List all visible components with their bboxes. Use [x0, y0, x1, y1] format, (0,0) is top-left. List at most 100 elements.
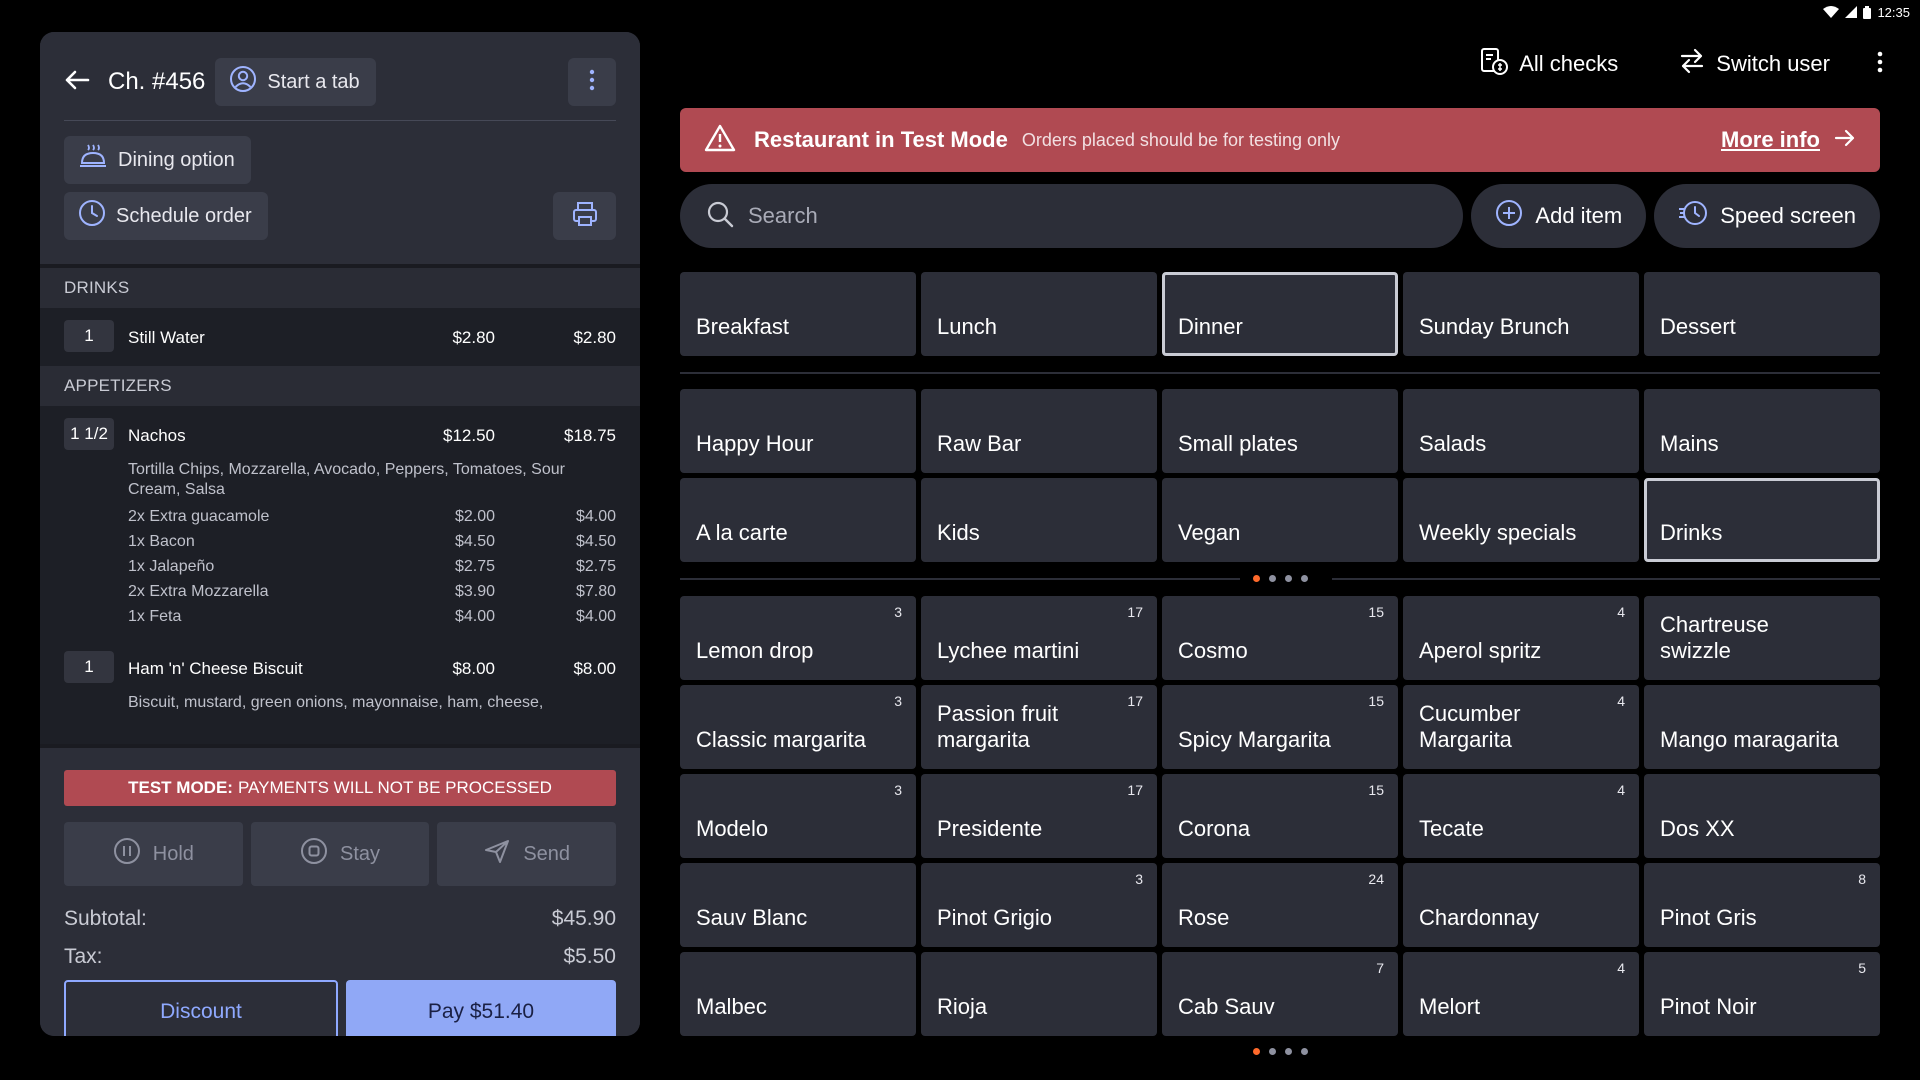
- page-dot[interactable]: [1301, 575, 1308, 582]
- order-item-row[interactable]: 1 Ham 'n' Cheese Biscuit $8.00 $8.00: [40, 639, 640, 697]
- group-tile[interactable]: Salads: [1403, 389, 1639, 473]
- item-tile[interactable]: Tecate 4: [1403, 774, 1639, 858]
- group-tile[interactable]: Vegan: [1162, 478, 1398, 562]
- clock-icon: [78, 199, 106, 233]
- item-tile[interactable]: Aperol spritz 4: [1403, 596, 1639, 680]
- group-tile[interactable]: Small plates: [1162, 389, 1398, 473]
- modifier-price: $4.50: [454, 533, 495, 550]
- item-label: Lychee martini: [937, 638, 1080, 663]
- item-tile[interactable]: Cosmo 15: [1162, 596, 1398, 680]
- item-tile[interactable]: Classic margarita 3: [680, 685, 916, 769]
- modifier-total: $2.75: [575, 558, 616, 575]
- item-tile[interactable]: Lemon drop 3: [680, 596, 916, 680]
- hold-button[interactable]: Hold: [64, 822, 243, 886]
- switch-user-label: Switch user: [1716, 51, 1830, 76]
- more-info-label: More info: [1721, 127, 1820, 152]
- order-items-list[interactable]: DRINKS 1 Still Water $2.80 $2.80 APPETIZERS 1 …: [40, 264, 640, 744]
- item-tile[interactable]: Chardonnay: [1403, 863, 1639, 947]
- menu-tile[interactable]: Breakfast: [680, 272, 916, 356]
- warning-triangle-icon: [704, 123, 736, 158]
- menu-label: Breakfast: [696, 314, 789, 339]
- pay-button[interactable]: Pay $51.40: [346, 980, 616, 1036]
- more-info-link[interactable]: More info: [1721, 127, 1856, 153]
- item-tile[interactable]: Pinot Gris 8: [1644, 863, 1880, 947]
- item-tile[interactable]: Sauv Blanc: [680, 863, 916, 947]
- menu-tile[interactable]: Dinner: [1162, 272, 1398, 356]
- page-dot[interactable]: [1269, 1048, 1276, 1055]
- menu-label: Sunday Brunch: [1419, 314, 1570, 339]
- item-tile[interactable]: Cab Sauv 7: [1162, 952, 1398, 1036]
- page-dot[interactable]: [1285, 575, 1292, 582]
- menu-tile[interactable]: Lunch: [921, 272, 1157, 356]
- item-line-total: $18.75: [564, 426, 616, 445]
- order-item-row[interactable]: 1 Still Water $2.80 $2.80: [40, 308, 640, 366]
- search-input[interactable]: [748, 203, 1348, 229]
- item-tile[interactable]: Passion fruit margarita 17: [921, 685, 1157, 769]
- schedule-order-label: Schedule order: [116, 204, 252, 227]
- item-tile[interactable]: Lychee martini 17: [921, 596, 1157, 680]
- page-dot[interactable]: [1285, 1048, 1292, 1055]
- item-tile[interactable]: Corona 15: [1162, 774, 1398, 858]
- back-button[interactable]: [64, 54, 104, 110]
- group-tile[interactable]: Happy Hour: [680, 389, 916, 473]
- item-label: Passion fruit margarita: [937, 701, 1059, 752]
- item-tile[interactable]: Dos XX: [1644, 774, 1880, 858]
- group-tile[interactable]: Kids: [921, 478, 1157, 562]
- start-tab-button[interactable]: Start a tab: [215, 58, 376, 106]
- item-line-total: $8.00: [573, 659, 616, 678]
- speed-screen-button[interactable]: Speed screen: [1654, 184, 1880, 248]
- item-qty[interactable]: 1 1/2: [64, 418, 114, 450]
- item-name: Ham 'n' Cheese Biscuit: [128, 659, 303, 678]
- schedule-order-button[interactable]: Schedule order: [64, 192, 268, 240]
- speed-screen-label: Speed screen: [1720, 203, 1856, 228]
- start-tab-label: Start a tab: [267, 70, 360, 93]
- test-mode-text: PAYMENTS WILL NOT BE PROCESSED: [237, 778, 552, 797]
- item-tile[interactable]: Melort 4: [1403, 952, 1639, 1036]
- search-box[interactable]: [680, 184, 1464, 248]
- group-tile[interactable]: Drinks: [1644, 478, 1880, 562]
- all-checks-button[interactable]: All checks: [1449, 40, 1648, 88]
- check-menu-button[interactable]: [568, 58, 616, 106]
- group-tile[interactable]: Raw Bar: [921, 389, 1157, 473]
- menu-tile[interactable]: Dessert: [1644, 272, 1880, 356]
- item-tile[interactable]: Chartreuse swizzle: [1644, 596, 1880, 680]
- item-label: Aperol spritz: [1419, 638, 1542, 663]
- item-tile[interactable]: Cucumber Margarita 4: [1403, 685, 1639, 769]
- add-item-button[interactable]: Add item: [1471, 184, 1647, 248]
- item-tile[interactable]: Rioja: [921, 952, 1157, 1036]
- page-dot[interactable]: [1253, 575, 1260, 582]
- order-item-row[interactable]: 1 1/2 Nachos $12.50 $18.75: [40, 406, 640, 464]
- group-tile[interactable]: Weekly specials: [1403, 478, 1639, 562]
- section-label: DRINKS: [40, 268, 640, 308]
- item-label: Mango maragarita: [1660, 727, 1839, 752]
- item-unit-price: $8.00: [452, 659, 495, 678]
- item-label: Sauv Blanc: [696, 905, 808, 930]
- item-tile[interactable]: Rose 24: [1162, 863, 1398, 947]
- group-tile[interactable]: A la carte: [680, 478, 916, 562]
- dining-option-button[interactable]: Dining option: [64, 136, 251, 184]
- page-dot[interactable]: [1269, 575, 1276, 582]
- item-tile[interactable]: Malbec: [680, 952, 916, 1036]
- print-button[interactable]: [553, 192, 616, 240]
- item-qty[interactable]: 1: [64, 320, 114, 352]
- item-tile[interactable]: Presidente 17: [921, 774, 1157, 858]
- send-button[interactable]: Send: [437, 822, 617, 886]
- switch-user-button[interactable]: Switch user: [1648, 40, 1860, 88]
- section-label: APPETIZERS: [40, 366, 640, 406]
- item-label: Malbec: [696, 994, 767, 1019]
- item-count: 4: [1617, 960, 1625, 976]
- item-tile[interactable]: Modelo 3: [680, 774, 916, 858]
- modifier-name: 1x Feta: [128, 608, 182, 625]
- item-qty[interactable]: 1: [64, 651, 114, 683]
- menu-tile[interactable]: Sunday Brunch: [1403, 272, 1639, 356]
- item-tile[interactable]: Pinot Noir 5: [1644, 952, 1880, 1036]
- app-menu-button[interactable]: [1860, 40, 1900, 88]
- item-tile[interactable]: Mango maragarita: [1644, 685, 1880, 769]
- group-tile[interactable]: Mains: [1644, 389, 1880, 473]
- page-dot[interactable]: [1301, 1048, 1308, 1055]
- page-dot[interactable]: [1253, 1048, 1260, 1055]
- item-tile[interactable]: Pinot Grigio 3: [921, 863, 1157, 947]
- item-tile[interactable]: Spicy Margarita 15: [1162, 685, 1398, 769]
- stay-button[interactable]: Stay: [250, 822, 430, 886]
- discount-button[interactable]: Discount: [64, 980, 338, 1036]
